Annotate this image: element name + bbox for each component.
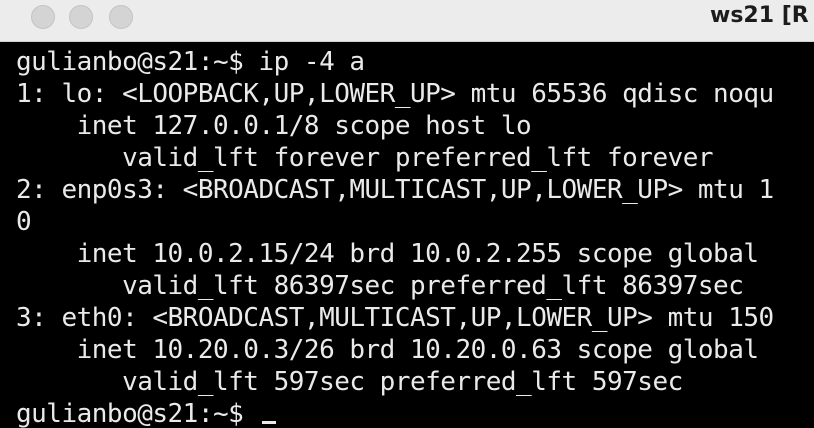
- terminal-line-lo-interface: 1: lo: <LOOPBACK,UP,LOWER_UP> mtu 65536 …: [16, 79, 774, 109]
- terminal-line-enp0s3-wrap: 0: [16, 207, 32, 237]
- title-bar[interactable]: ws21 [R: [0, 0, 814, 42]
- terminal-line-eth0-inet: inet 10.20.0.3/26 brd 10.20.0.63 scope g…: [16, 335, 759, 365]
- terminal-line-command: gulianbo@s21:~$ ip -4 a: [16, 47, 365, 77]
- window-title: ws21 [R: [710, 3, 809, 28]
- terminal-line-enp0s3-interface: 2: enp0s3: <BROADCAST,MULTICAST,UP,LOWER…: [16, 175, 774, 205]
- close-window-icon[interactable]: [31, 5, 55, 29]
- terminal-window: ws21 [R gulianbo@s21:~$ ip -4 a 1: lo: <…: [0, 0, 814, 428]
- text-cursor-icon: [262, 421, 277, 424]
- terminal-line-eth0-interface: 3: eth0: <BROADCAST,MULTICAST,UP,LOWER_U…: [16, 303, 774, 333]
- terminal-output[interactable]: gulianbo@s21:~$ ip -4 a 1: lo: <LOOPBACK…: [0, 42, 814, 428]
- terminal-line-eth0-lifetime: valid_lft 597sec preferred_lft 597sec: [16, 367, 683, 397]
- terminal-line-lo-inet: inet 127.0.0.1/8 scope host lo: [16, 111, 532, 141]
- minimize-window-icon[interactable]: [69, 5, 93, 29]
- terminal-line-lo-lifetime: valid_lft forever preferred_lft forever: [16, 143, 714, 173]
- terminal-prompt: gulianbo@s21:~$: [16, 399, 259, 428]
- terminal-line-enp0s3-inet: inet 10.0.2.15/24 brd 10.0.2.255 scope g…: [16, 239, 759, 269]
- zoom-window-icon[interactable]: [109, 5, 133, 29]
- terminal-prompt-line[interactable]: gulianbo@s21:~$: [16, 398, 277, 428]
- terminal-line-enp0s3-lifetime: valid_lft 86397sec preferred_lft 86397se…: [16, 271, 744, 301]
